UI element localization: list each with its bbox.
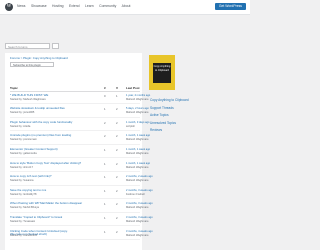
last-post-author: Mahesh Waghmare [126,179,149,183]
topic-author: Started by: Ariella [10,124,31,128]
table-row[interactable]: How to copy rich text (with link)? Starte… [10,174,153,186]
post-count: 1 [104,147,106,152]
nav-item-extend[interactable]: Extend [69,4,80,8]
table-row[interactable]: Unicode plugins (no premium) files from … [10,133,150,145]
last-post-time[interactable]: 2 months, 3 weeks ago [126,189,153,192]
post-count: 1 [104,202,106,207]
last-post-time[interactable]: 3 months, 3 weeks ago [126,216,153,219]
topic-author: Started by: Mahesh Waghmare [10,97,46,101]
last-post-time[interactable]: 5 days, 2 hours ago [126,107,149,110]
voice-count: 2 [116,107,118,112]
sidebar: Copy Anything to Clipboard Support Threa… [150,98,189,136]
sidebar-link-reviews[interactable]: Reviews [150,128,189,132]
last-post-time[interactable]: 2 months, 2 weeks ago [126,175,153,178]
header-posts: # [104,86,106,90]
post-count: 1 [104,107,106,112]
nav-item-community[interactable]: Community [99,4,116,8]
post-count: 2 [104,120,106,125]
plugin-banner: Copy Anything to Clipboard [149,55,175,90]
last-post-time[interactable]: 3 months, 3 weeks ago [126,202,153,205]
last-post-time[interactable]: 1 year, 4 months ago [126,94,150,97]
breadcrumb[interactable]: Forums > Plugin: Copy Anything to Clipbo… [10,56,68,60]
sidebar-link-support-threads[interactable]: Support Threads [150,106,189,110]
voice-count: 2 [116,188,118,193]
plugin-banner-text: Copy Anything to Clipboard [153,63,171,83]
last-post-time[interactable]: 3 months, 4 weeks ago [126,230,153,233]
table-row[interactable]: * WE BUILD THIS FIRST: WE Started by: Mah… [10,92,150,104]
last-post-author: Mahesh Waghmare [126,151,149,155]
last-post-author: Mahesh Waghmare [126,219,149,223]
wordpress-logo-icon[interactable]: W [5,3,13,11]
header-voices: V [116,86,119,90]
topic-author: Started by: Mehdi Bhuiya [10,206,39,210]
table-row[interactable]: Website slowdown & tooltip unneeded file… [10,106,149,118]
voice-count: 2 [116,202,118,207]
voice-count: 2 [116,147,118,152]
last-post-time[interactable]: 1 month, 1 week ago [126,162,150,165]
nav-item-about[interactable]: About [122,4,131,8]
post-count: 1 [104,188,106,193]
topic-author: Started by: Tunassasi [10,219,35,223]
voice-count: 2 [116,175,118,180]
last-post-author: Mahesh Waghmare [126,138,149,142]
sidebar-link-plugin[interactable]: Copy Anything to Clipboard [150,98,189,102]
last-post-author: Mahesh Waghmare [126,111,149,115]
topic-author: Started by: brandonfroh [10,233,38,237]
topic-author: Started by: premiumam [10,138,37,142]
search-input[interactable]: Search forums [5,43,50,49]
sidebar-link-active-topics[interactable]: Active Topics [150,113,189,117]
last-post-author: Mahesh Waghmare [126,97,149,101]
subscribe-button[interactable]: Subscribe to this plugin [10,62,54,67]
nav-item-learn[interactable]: Learn [85,4,94,8]
header-last-post: Last Post [126,86,140,90]
voice-count: 2 [116,229,118,234]
table-row[interactable]: When Pasting with WP Mail Mailer the bot… [10,201,153,213]
post-count: 1 [104,161,106,166]
main-nav: News Showcase Hosting Extend Learn Commu… [17,4,135,8]
header-topic: Topic [10,86,18,90]
post-count: 1 [104,175,106,180]
top-bar: W News Showcase Hosting Extend Learn Com… [0,0,250,15]
last-post-time[interactable]: 1 month, 3 days ago [126,121,150,124]
table-row[interactable]: How to style 'Button Copy Text' displaye… [10,160,150,172]
search-button[interactable] [52,43,59,57]
sidebar-link-unresolved-topics[interactable]: Unresolved Topics [150,121,189,125]
last-post-time[interactable]: 1 month, 1 week ago [126,148,150,151]
topic-author: Started by: lionbiddy78 [10,192,37,196]
table-row[interactable]: Save the copying text to nvs Started by: … [10,187,153,200]
topic-author: Started by: galiamonda [10,151,37,155]
table-row[interactable]: Translate "Copied to Clipboard" to Greek… [10,214,153,227]
voice-count: 1 [116,93,118,98]
topic-author: Started by: Susanna [10,179,34,183]
topic-author: Started by: jonw1965 [10,111,35,115]
nav-item-news[interactable]: News [17,4,25,8]
table-row[interactable]: Plugin behaviour with the copy code func… [10,119,150,132]
last-post-author: Mahesh Waghmare [126,206,149,210]
last-post-author: Mahesh Waghmare [126,233,149,237]
table-row[interactable]: Elementor (Greater Content Support) Start… [10,146,150,159]
nav-item-hosting[interactable]: Hosting [52,4,64,8]
table-row[interactable]: Clicking Code when Content Unlocked (cop… [10,228,153,240]
voice-count: 2 [116,134,118,139]
voice-count: 2 [116,215,118,220]
topic-author: Started by: shimc17 [10,165,33,169]
last-post-author: Fedroux Foxbell [126,192,145,196]
last-post-author: scriptsh [126,124,135,128]
voice-count: 2 [116,120,118,125]
post-count: 1 [104,215,106,220]
post-count: 1 [104,229,106,234]
nav-item-showcase[interactable]: Showcase [31,4,47,8]
last-post-time[interactable]: 1 month, 1 week ago [126,134,150,137]
post-count: 0 [104,93,106,98]
get-wordpress-button[interactable]: Get WordPress [214,3,246,10]
last-post-author: Mahesh Waghmare [126,165,149,169]
voice-count: 2 [116,161,118,166]
post-count: 2 [104,134,106,139]
